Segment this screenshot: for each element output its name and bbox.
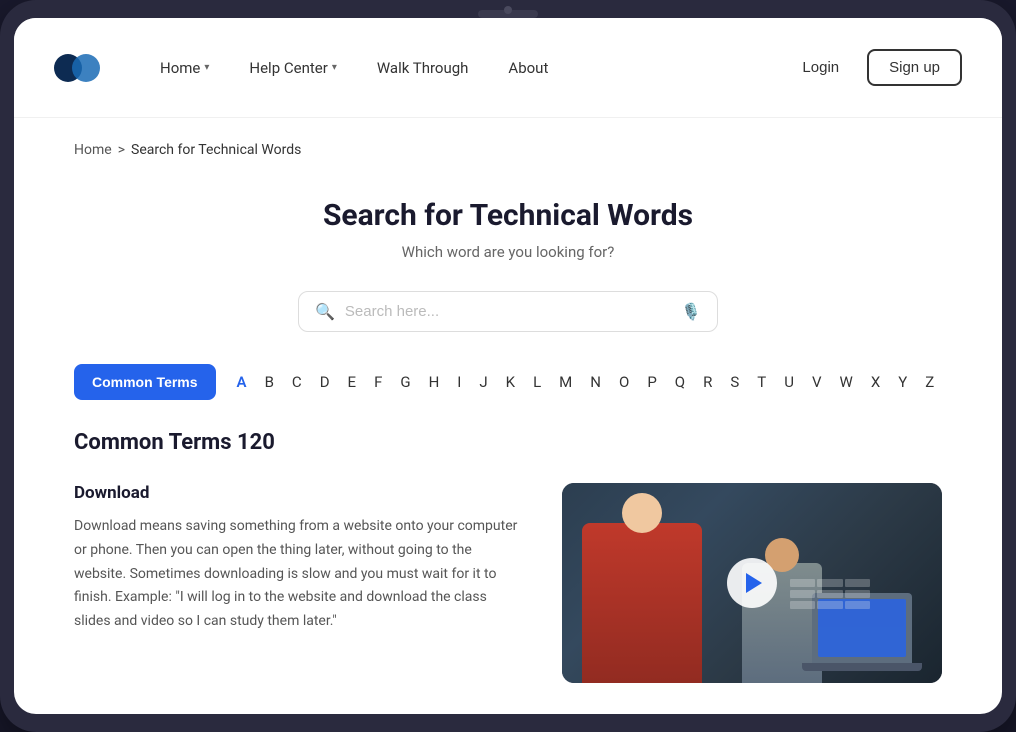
table-row-sim-1 bbox=[790, 579, 870, 587]
alpha-o[interactable]: O bbox=[614, 369, 634, 395]
signup-button[interactable]: Sign up bbox=[867, 49, 962, 86]
table-cell-3 bbox=[845, 579, 870, 587]
table-cell-8 bbox=[817, 601, 842, 609]
logo bbox=[54, 45, 100, 91]
alpha-r[interactable]: R bbox=[698, 369, 717, 395]
main-content: Home > Search for Technical Words Search… bbox=[14, 118, 1002, 714]
term-description: Download means saving something from a w… bbox=[74, 515, 522, 634]
figure-left bbox=[582, 523, 702, 683]
nav-actions: Login Sign up bbox=[790, 49, 962, 86]
alpha-x[interactable]: X bbox=[866, 369, 885, 395]
alpha-k[interactable]: K bbox=[501, 369, 520, 395]
search-box: 🔍 🎙️ bbox=[298, 291, 718, 332]
alpha-m[interactable]: M bbox=[554, 369, 577, 395]
alpha-i[interactable]: I bbox=[452, 369, 466, 395]
table-row-sim-2 bbox=[790, 590, 870, 598]
filter-bar: Common Terms A B C D E F G H I J K L M N… bbox=[74, 364, 942, 400]
alpha-w[interactable]: W bbox=[835, 369, 858, 395]
help-chevron-icon: ▾ bbox=[332, 62, 337, 73]
table-cell-9 bbox=[845, 601, 870, 609]
alpha-j[interactable]: J bbox=[474, 369, 492, 395]
login-button[interactable]: Login bbox=[790, 51, 851, 84]
alpha-g[interactable]: G bbox=[395, 369, 415, 395]
table-cell-7 bbox=[790, 601, 815, 609]
alpha-b[interactable]: B bbox=[260, 369, 279, 395]
play-button[interactable] bbox=[727, 558, 777, 608]
term-name: Download bbox=[74, 483, 522, 503]
alpha-n[interactable]: N bbox=[585, 369, 606, 395]
table-cell-2 bbox=[817, 579, 842, 587]
nav-walk-through[interactable]: Walk Through bbox=[377, 59, 469, 77]
logo-icon bbox=[54, 45, 100, 91]
laptop-shape bbox=[812, 593, 912, 663]
alpha-t[interactable]: T bbox=[752, 369, 771, 395]
video-thumbnail[interactable] bbox=[562, 483, 942, 683]
common-terms-button[interactable]: Common Terms bbox=[74, 364, 216, 400]
search-container: 🔍 🎙️ bbox=[74, 291, 942, 332]
table-overlay bbox=[786, 575, 874, 631]
breadcrumb-separator: > bbox=[118, 142, 125, 158]
table-cell-5 bbox=[817, 590, 842, 598]
home-chevron-icon: ▾ bbox=[204, 62, 209, 73]
page-title: Search for Technical Words bbox=[74, 198, 942, 233]
screen: Home ▾ Help Center ▾ Walk Through About … bbox=[14, 18, 1002, 714]
tablet-frame: Home ▾ Help Center ▾ Walk Through About … bbox=[0, 0, 1016, 732]
alpha-u[interactable]: U bbox=[779, 369, 799, 395]
alpha-a[interactable]: A bbox=[232, 369, 252, 395]
play-triangle-icon bbox=[746, 573, 762, 593]
breadcrumb-home[interactable]: Home bbox=[74, 142, 112, 158]
alpha-v[interactable]: V bbox=[807, 369, 827, 395]
alpha-f[interactable]: F bbox=[369, 369, 387, 395]
table-cell-4 bbox=[790, 590, 815, 598]
alpha-e[interactable]: E bbox=[343, 369, 362, 395]
alpha-l[interactable]: L bbox=[528, 369, 546, 395]
title-section: Search for Technical Words Which word ar… bbox=[74, 178, 942, 291]
laptop-screen bbox=[818, 599, 906, 657]
term-text: Download Download means saving something… bbox=[74, 483, 522, 683]
search-icon: 🔍 bbox=[315, 302, 335, 321]
breadcrumb-current: Search for Technical Words bbox=[131, 142, 301, 158]
alpha-c[interactable]: C bbox=[287, 369, 307, 395]
alpha-z[interactable]: Z bbox=[920, 369, 939, 395]
breadcrumb: Home > Search for Technical Words bbox=[74, 118, 942, 178]
page-subtitle: Which word are you looking for? bbox=[74, 243, 942, 261]
alpha-q[interactable]: Q bbox=[670, 369, 690, 395]
nav-home[interactable]: Home ▾ bbox=[160, 59, 209, 77]
term-section: Download Download means saving something… bbox=[74, 483, 942, 683]
logo-circle-right bbox=[72, 54, 100, 82]
table-row-sim-3 bbox=[790, 601, 870, 609]
search-input[interactable] bbox=[345, 303, 671, 320]
alpha-p[interactable]: P bbox=[642, 369, 661, 395]
microphone-icon[interactable]: 🎙️ bbox=[681, 302, 701, 321]
navbar: Home ▾ Help Center ▾ Walk Through About … bbox=[14, 18, 1002, 118]
table-cell-6 bbox=[845, 590, 870, 598]
nav-about[interactable]: About bbox=[508, 59, 548, 77]
alpha-h[interactable]: H bbox=[424, 369, 445, 395]
nav-links: Home ▾ Help Center ▾ Walk Through About bbox=[160, 59, 790, 77]
table-cell-1 bbox=[790, 579, 815, 587]
alpha-s[interactable]: S bbox=[725, 369, 744, 395]
alpha-d[interactable]: D bbox=[315, 369, 335, 395]
section-title: Common Terms 120 bbox=[74, 430, 942, 455]
nav-help-center[interactable]: Help Center ▾ bbox=[249, 59, 336, 77]
alpha-y[interactable]: Y bbox=[893, 369, 912, 395]
